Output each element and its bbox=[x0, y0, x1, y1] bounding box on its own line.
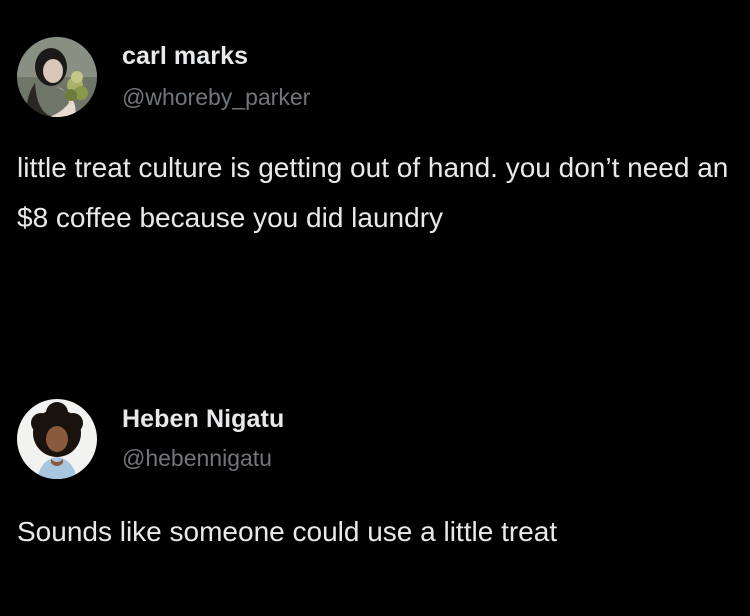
user-handle[interactable]: @hebennigatu bbox=[122, 445, 272, 472]
profile-photo-icon bbox=[17, 37, 97, 117]
tweet-text: little treat culture is getting out of h… bbox=[17, 152, 729, 233]
avatar[interactable] bbox=[17, 399, 97, 479]
display-name[interactable]: Heben Nigatu bbox=[122, 405, 284, 434]
avatar[interactable] bbox=[17, 37, 97, 117]
display-name[interactable]: carl marks bbox=[122, 42, 248, 71]
tweet-text: Sounds like someone could use a little t… bbox=[17, 516, 558, 547]
user-handle[interactable]: @whoreby_parker bbox=[122, 84, 310, 111]
profile-photo-icon bbox=[17, 399, 97, 479]
